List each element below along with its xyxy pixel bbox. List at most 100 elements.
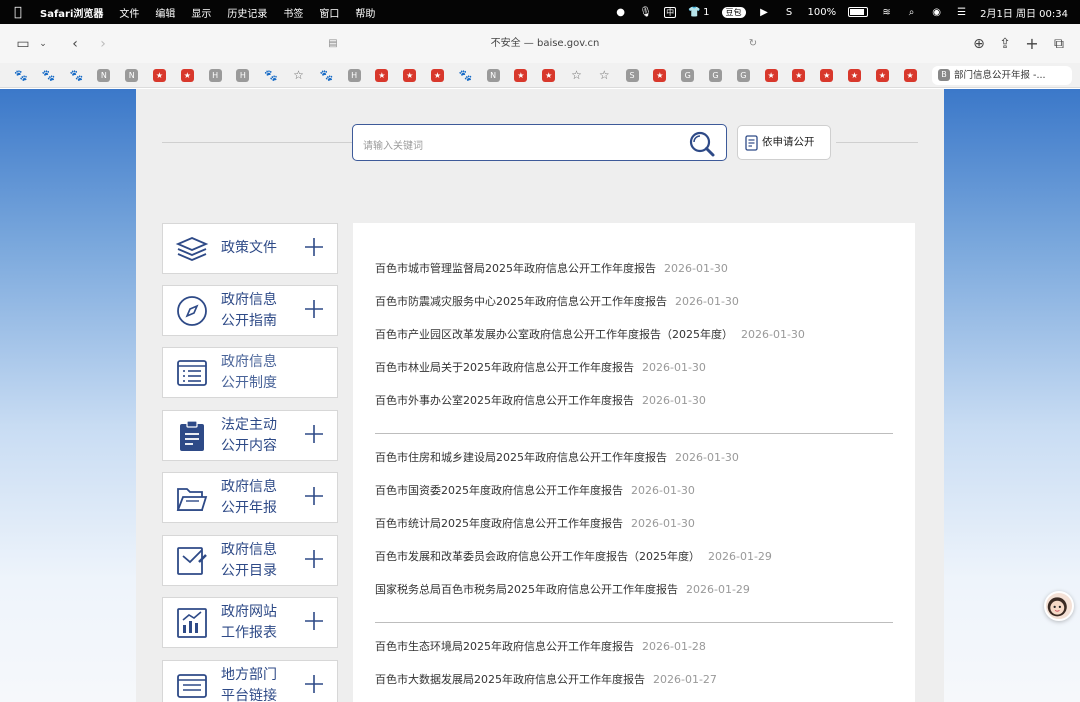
favorite-star-icon[interactable]: ☆ [598,69,611,82]
favorite-paw-icon[interactable]: 🐾 [320,69,334,82]
menu-bookmarks[interactable]: 书签 [283,5,303,20]
assistant-avatar[interactable] [1044,591,1074,621]
favorite-letter-icon[interactable]: G [709,69,722,82]
sidebar-item-disclosure-system[interactable]: 政府信息 公开制度 [162,347,338,398]
reload-icon[interactable]: ↻ [746,34,760,54]
wifi-icon[interactable]: ≋ [880,7,893,18]
report-link[interactable]: 百色市生态环境局2025年政府信息公开工作年度报告 2026-01-28 [375,638,706,654]
apply-disclosure-button[interactable]: 依申请公开 [737,125,831,160]
doubao-badge[interactable]: 豆包 [721,6,746,18]
favorite-emblem-icon[interactable]: ★ [431,69,444,82]
favorite-paw-icon[interactable]: 🐾 [70,69,84,82]
favorite-emblem-icon[interactable]: ★ [514,69,528,82]
favorite-emblem-icon[interactable]: ★ [153,69,166,82]
favorite-letter-icon[interactable]: G [736,69,750,82]
favorite-paw-icon[interactable]: 🐾 [42,69,56,82]
report-link[interactable]: 百色市防震减灾服务中心2025年政府信息公开工作年度报告 2026-01-30 [375,293,739,309]
favorite-emblem-icon[interactable]: ★ [542,69,556,82]
download-icon[interactable]: ⊕ [970,35,988,53]
report-link[interactable]: 国家税务总局百色市税务局2025年政府信息公开工作年度报告 2026-01-29 [375,581,750,597]
favorite-emblem-icon[interactable]: ★ [792,69,806,82]
search-icon[interactable]: ⌕ [905,7,918,18]
record-icon[interactable]: ● [614,7,627,18]
favorite-star-icon[interactable]: ☆ [292,69,305,82]
microphone-icon[interactable]: 🎙 [639,7,652,18]
plus-icon[interactable] [303,423,325,445]
sidebar-item-policy-documents[interactable]: 政策文件 [162,223,338,274]
favorite-letter-icon[interactable]: S [625,69,639,82]
plus-icon[interactable] [303,485,325,507]
plus-icon[interactable] [303,548,325,570]
battery-icon[interactable] [848,7,869,17]
report-link[interactable]: 百色市城市管理监督局2025年政府信息公开工作年度报告 2026-01-30 [375,260,728,276]
control-center-icon[interactable]: ☰ [955,7,968,18]
report-link[interactable]: 百色市外事办公室2025年政府信息公开工作年度报告 2026-01-30 [375,392,706,408]
favorite-letter-icon[interactable]: G [681,69,695,82]
siri-icon[interactable]: ◉ [930,7,943,18]
sidebar-item-disclosure-guide[interactable]: 政府信息 公开指南 [162,285,338,336]
favorite-emblem-icon[interactable]: ★ [653,69,667,82]
report-date: 2026-01-30 [631,517,695,530]
menu-window[interactable]: 窗口 [319,5,339,20]
sidebar-item-disclosure-catalog[interactable]: 政府信息 公开目录 [162,535,338,586]
menu-help[interactable]: 帮助 [355,5,375,20]
favorite-emblem-icon[interactable]: ★ [903,69,917,82]
favorite-emblem-icon[interactable]: ★ [875,69,889,82]
favorite-star-icon[interactable]: ☆ [570,69,583,82]
favorite-paw-icon[interactable]: 🐾 [14,69,28,82]
active-tab[interactable]: B 部门信息公开年报 -... [932,66,1072,85]
favorite-emblem-icon[interactable]: ★ [403,69,417,82]
sidebar-item-website-reports[interactable]: 政府网站 工作报表 [162,597,338,648]
report-link[interactable]: 百色市林业局关于2025年政府信息公开工作年度报告 2026-01-30 [375,359,706,375]
favorite-letter-icon[interactable]: N [125,69,139,82]
favorite-emblem-icon[interactable]: ★ [764,69,778,82]
sidebar-item-statutory-content[interactable]: 法定主动 公开内容 [162,410,338,461]
search-icon[interactable] [688,130,716,158]
apple-menu-icon[interactable]:  [14,5,28,20]
input-method-indicator[interactable]: 中 [664,6,677,18]
report-link[interactable]: 百色市统计局2025年度政府信息公开工作年度报告 2026-01-30 [375,515,695,531]
favorite-emblem-icon[interactable]: ★ [820,69,834,82]
report-link[interactable]: 百色市大数据发展局2025年政府信息公开工作年度报告 2026-01-27 [375,671,717,687]
reader-icon[interactable]: ▤ [326,34,340,54]
favorite-letter-icon[interactable]: H [236,69,250,82]
sidebar-item-local-platforms[interactable]: 地方部门 平台链接 [162,660,338,702]
s-app-icon[interactable]: S [783,7,796,18]
menu-edit[interactable]: 编辑 [155,5,175,20]
tab-overview-icon[interactable]: ⧉ [1050,35,1068,53]
menu-history[interactable]: 历史记录 [227,5,267,20]
favorite-letter-icon[interactable]: N [97,69,111,82]
plus-icon[interactable] [303,673,325,695]
favorite-paw-icon[interactable]: 🐾 [264,69,278,82]
favorite-letter-icon[interactable]: N [486,69,500,82]
plus-icon[interactable] [303,298,325,320]
sidebar-toggle-icon[interactable]: ▭ [14,35,32,53]
plus-icon[interactable] [303,610,325,632]
report-link[interactable]: 百色市发展和改革委员会政府信息公开工作年度报告（2025年度） 2026-01-2… [375,548,772,564]
favorite-letter-icon[interactable]: H [208,69,222,82]
favorite-emblem-icon[interactable]: ★ [375,69,389,82]
menubar-clock[interactable]: 2月1日 周日 00:34 [980,5,1068,20]
favorite-emblem-icon[interactable]: ★ [848,69,861,82]
favorite-paw-icon[interactable]: 🐾 [459,69,473,82]
report-link[interactable]: 百色市住房和城乡建设局2025年政府信息公开工作年度报告 2026-01-30 [375,449,739,465]
sidebar-item-annual-reports[interactable]: 政府信息 公开年报 [162,472,338,523]
search-input[interactable]: 请输入关键词 [352,124,727,161]
report-link[interactable]: 百色市国资委2025年度政府信息公开工作年度报告 2026-01-30 [375,482,695,498]
menu-file[interactable]: 文件 [119,5,139,20]
new-tab-icon[interactable]: + [1023,35,1041,53]
favorite-emblem-icon[interactable]: ★ [180,69,194,82]
report-date: 2026-01-30 [741,328,805,341]
chevron-down-icon[interactable]: ⌄ [34,35,52,53]
forward-button[interactable]: › [94,35,112,53]
report-link[interactable]: 百色市产业园区改革发展办公室政府信息公开工作年度报告（2025年度） 2026-0… [375,326,805,342]
back-button[interactable]: ‹ [66,35,84,53]
address-bar[interactable]: ▤ 不安全 — baise.gov.cn ↻ [328,34,760,54]
favorite-letter-icon[interactable]: H [347,69,361,82]
share-icon[interactable]: ⇪ [996,35,1014,53]
play-icon[interactable]: ▶ [758,7,771,18]
plus-icon[interactable] [303,236,325,258]
menu-view[interactable]: 显示 [191,5,211,20]
shirt-icon[interactable]: 👕 [688,7,701,18]
app-menu-safari[interactable]: Safari浏览器 [40,5,103,20]
